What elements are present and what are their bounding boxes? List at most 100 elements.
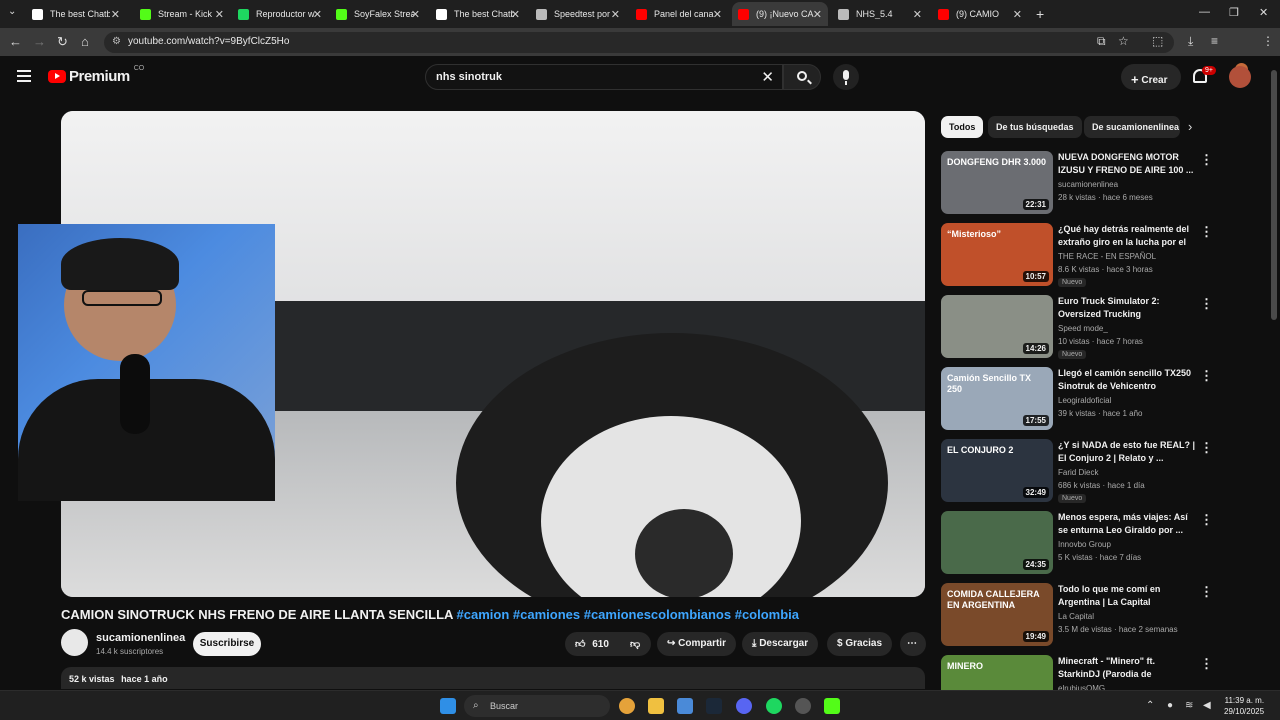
more-options-icon[interactable]: ⋮: [1200, 296, 1213, 312]
voice-search-icon[interactable]: [833, 64, 859, 90]
search-button[interactable]: [783, 64, 821, 90]
more-options-icon[interactable]: ⋮: [1200, 656, 1213, 672]
home-icon[interactable]: ⌂: [81, 34, 89, 49]
video-thumbnail[interactable]: COMIDA CALLEJERA EN ARGENTINA 19:49: [941, 583, 1053, 646]
file-explorer-icon[interactable]: [648, 698, 664, 714]
recommendation-item[interactable]: 24:35 Menos espera, más viajes: Así se en…: [941, 511, 1271, 575]
reload-icon[interactable]: ↻: [57, 34, 68, 50]
recommendation-item[interactable]: COMIDA CALLEJERA EN ARGENTINA 19:49 Todo l…: [941, 583, 1271, 647]
chevron-right-icon[interactable]: ›: [1188, 119, 1192, 134]
recommendation-channel[interactable]: Leogiraldoficial: [1058, 396, 1111, 405]
clear-search-icon[interactable]: ✕: [761, 68, 774, 86]
tab-close-icon[interactable]: ✕: [215, 8, 224, 21]
system-clock[interactable]: 11:39 a. m. 29/10/2025: [1224, 695, 1264, 717]
search-input[interactable]: nhs sinotruk ✕: [425, 64, 783, 90]
tab-close-icon[interactable]: ✕: [611, 8, 620, 21]
browser-tab[interactable]: Stream - Kick ✕: [134, 2, 230, 26]
discord-icon[interactable]: [736, 698, 752, 714]
recommendation-channel[interactable]: sucamionenlinea: [1058, 180, 1118, 189]
recommendation-item[interactable]: “Misterioso” 10:57 ¿Qué hay detrás realmen…: [941, 223, 1271, 287]
video-thumbnail[interactable]: Camión Sencillo TX 250 17:55: [941, 367, 1053, 430]
downloads-icon[interactable]: ⤓: [1188, 34, 1193, 49]
subscribe-button[interactable]: Suscribirse: [193, 632, 261, 656]
chip-from-searches[interactable]: De tus búsquedas: [988, 116, 1082, 138]
recommendation-channel[interactable]: La Capital: [1058, 612, 1094, 621]
back-icon[interactable]: ←: [9, 34, 22, 49]
forward-icon[interactable]: →: [33, 34, 46, 49]
share-button[interactable]: ↪ Compartir: [657, 632, 736, 656]
tray-wifi-icon[interactable]: ≋: [1185, 700, 1193, 711]
recommendation-item[interactable]: Camión Sencillo TX 250 17:55 Llegó el cami…: [941, 367, 1271, 431]
tab-close-icon[interactable]: ✕: [511, 8, 520, 21]
recommendation-title[interactable]: ¿Y si NADA de esto fue REAL? | El Conjur…: [1058, 439, 1196, 466]
new-tab-button[interactable]: +: [1036, 6, 1044, 22]
more-options-icon[interactable]: ⋮: [1200, 440, 1213, 456]
spotify-icon[interactable]: [766, 698, 782, 714]
install-app-icon[interactable]: ⧉: [1097, 34, 1106, 49]
close-window-icon[interactable]: ✕: [1259, 6, 1268, 19]
create-button[interactable]: + Crear: [1121, 64, 1181, 90]
maximize-icon[interactable]: ❐: [1229, 6, 1239, 19]
recommendation-title[interactable]: Todo lo que me comí en Argentina | La Ca…: [1058, 583, 1196, 610]
youtube-logo[interactable]: Premium CO: [48, 65, 144, 85]
video-thumbnail[interactable]: 24:35: [941, 511, 1053, 574]
guide-menu-icon[interactable]: [17, 70, 31, 85]
browser-tab[interactable]: Panel del canal ✕: [630, 2, 728, 26]
video-thumbnail[interactable]: “Misterioso” 10:57: [941, 223, 1053, 286]
tab-close-icon[interactable]: ✕: [713, 8, 722, 21]
recommendation-title[interactable]: NUEVA DONGFENG MOTOR IZUSU Y FRENO DE AI…: [1058, 151, 1196, 178]
settings-gear-icon[interactable]: [795, 698, 811, 714]
more-actions-button[interactable]: ⋯: [900, 632, 926, 656]
minimize-icon[interactable]: —: [1199, 6, 1210, 18]
recommendation-title[interactable]: Minecraft - "Minero" ft. StarkinDJ (Paro…: [1058, 655, 1196, 682]
page-scrollbar[interactable]: [1271, 70, 1277, 320]
recommendation-title[interactable]: Llegó el camión sencillo TX250 Sinotruk …: [1058, 367, 1196, 394]
tray-mic-icon[interactable]: ●: [1167, 700, 1173, 711]
recommendation-channel[interactable]: THE RACE - EN ESPAÑOL: [1058, 252, 1156, 261]
kick-icon[interactable]: [824, 698, 840, 714]
browser-tab[interactable]: (9) ¡Nuevo CA ✕: [732, 2, 828, 26]
tray-volume-icon[interactable]: ◀: [1203, 700, 1211, 711]
extensions-icon[interactable]: ⬚: [1152, 34, 1163, 48]
channel-avatar[interactable]: [61, 629, 88, 656]
chip-all[interactable]: Todos: [941, 116, 984, 138]
recommendation-channel[interactable]: Innovbo Group: [1058, 540, 1111, 549]
browser-tab[interactable]: NHS_5.4 ✕: [832, 2, 928, 26]
tab-close-icon[interactable]: ✕: [313, 8, 322, 21]
windows-start-icon[interactable]: [440, 698, 456, 714]
recommendation-item[interactable]: DONGFENG DHR 3.000 22:31 NUEVA DONGFENG MO…: [941, 151, 1271, 215]
video-hashtags[interactable]: #camion #camiones #camionescolombianos #…: [457, 607, 799, 622]
video-thumbnail[interactable]: DONGFENG DHR 3.000 22:31: [941, 151, 1053, 214]
video-thumbnail[interactable]: EL CONJURO 2 32:49: [941, 439, 1053, 502]
dislike-button[interactable]: 👎︎: [621, 632, 651, 656]
recommendation-title[interactable]: Euro Truck Simulator 2: Oversized Trucki…: [1058, 295, 1196, 322]
browser-tab[interactable]: (9) CAMIO ✕: [932, 2, 1028, 26]
browser-tab[interactable]: Reproductor w ✕: [232, 2, 328, 26]
chip-from-channel[interactable]: De sucamionenlinea: [1084, 116, 1180, 138]
recommendation-channel[interactable]: Farid Dieck: [1058, 468, 1098, 477]
tab-close-icon[interactable]: ✕: [913, 8, 922, 21]
more-options-icon[interactable]: ⋮: [1200, 584, 1213, 600]
more-options-icon[interactable]: ⋮: [1200, 368, 1213, 384]
tab-close-icon[interactable]: ✕: [111, 8, 120, 21]
tab-close-icon[interactable]: ✕: [1013, 8, 1022, 21]
more-options-icon[interactable]: ⋮: [1200, 152, 1213, 168]
recommendation-title[interactable]: ¿Qué hay detrás realmente del extraño gi…: [1058, 223, 1196, 250]
tab-close-icon[interactable]: ✕: [411, 8, 420, 21]
browser-menu-icon[interactable]: ⋮: [1262, 34, 1274, 48]
site-info-icon[interactable]: ⚙: [112, 36, 121, 47]
recommendation-title[interactable]: Menos espera, más viajes: Así se enturna…: [1058, 511, 1196, 538]
recommendation-item[interactable]: EL CONJURO 2 32:49 ¿Y si NADA de esto fue …: [941, 439, 1271, 503]
store-icon[interactable]: [677, 698, 693, 714]
steam-icon[interactable]: [706, 698, 722, 714]
browser-tab[interactable]: SoyFalex Strea ✕: [330, 2, 426, 26]
description-box[interactable]: 52 k vistas hace 1 año: [61, 667, 925, 689]
media-control-icon[interactable]: ≡: [1211, 34, 1218, 48]
thanks-button[interactable]: $ Gracias: [827, 632, 893, 656]
tray-expand-icon[interactable]: ⌃: [1146, 700, 1154, 711]
browser-tab[interactable]: The best Chatb ✕: [430, 2, 526, 26]
tab-search-icon[interactable]: ⌄: [8, 6, 16, 17]
more-options-icon[interactable]: ⋮: [1200, 512, 1213, 528]
browser-tab[interactable]: Speedtest por ✕: [530, 2, 626, 26]
more-options-icon[interactable]: ⋮: [1200, 224, 1213, 240]
